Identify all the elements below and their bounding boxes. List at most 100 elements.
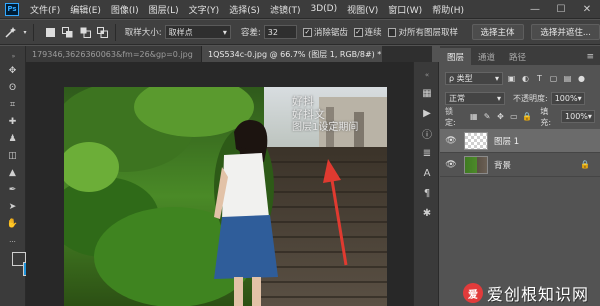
- filter-type-icon[interactable]: T: [534, 73, 545, 84]
- lock-icon: 🔒: [580, 160, 590, 169]
- chevron-down-icon: ▾: [494, 74, 499, 83]
- expand-icon[interactable]: «: [420, 68, 434, 82]
- canvas-area[interactable]: 好抖 好抖文 图层1设定期间: [26, 62, 432, 306]
- tab-channels[interactable]: 通道: [471, 48, 502, 65]
- options-bar: ▾ 取样大小: 取样点 ▾ 容差: 32 ✓ 消除锯齿 ✓ 连续 ✓ 对所有图层取…: [0, 20, 600, 45]
- layer-row[interactable]: 👁 背景 🔒: [440, 153, 600, 177]
- layer-filter-value: ρ 类型: [449, 74, 473, 83]
- fill-input[interactable]: 100% ▾: [561, 110, 596, 123]
- filter-smart-object-icon[interactable]: ▤: [562, 73, 573, 84]
- paragraph-panel-icon[interactable]: ¶: [420, 186, 434, 200]
- subtract-selection-icon[interactable]: [79, 25, 93, 39]
- filter-adjustment-icon[interactable]: ◐: [520, 73, 531, 84]
- maximize-button[interactable]: ☐: [548, 0, 574, 19]
- layer-filter-select[interactable]: ρ 类型 ▾: [445, 72, 503, 85]
- filter-pixel-icon[interactable]: ▣: [506, 73, 517, 84]
- antialias-checkbox[interactable]: ✓: [303, 27, 312, 37]
- filter-shape-icon[interactable]: ▢: [548, 73, 559, 84]
- properties-panel-icon[interactable]: ⓘ: [420, 126, 434, 141]
- panel-menu-icon[interactable]: ≡: [586, 48, 594, 65]
- blend-mode-select[interactable]: 正常 ▾: [445, 92, 505, 105]
- menu-image[interactable]: 图像(I): [106, 3, 144, 16]
- menu-layer[interactable]: 图层(L): [144, 3, 184, 16]
- lock-all-icon[interactable]: 🔒: [522, 111, 532, 122]
- chevron-down-icon: ▾: [496, 94, 501, 103]
- hand-tool-icon[interactable]: ✋: [6, 217, 19, 230]
- divider: [33, 23, 35, 41]
- character-panel-icon[interactable]: A: [420, 166, 434, 180]
- close-button[interactable]: ✕: [574, 0, 600, 19]
- collapse-icon[interactable]: »: [7, 50, 20, 63]
- adjustments-panel-icon[interactable]: ≣: [420, 146, 434, 160]
- layer-name: 背景: [494, 160, 512, 171]
- tolerance-input[interactable]: 32: [263, 25, 298, 39]
- menu-filter[interactable]: 滤镜(T): [265, 3, 306, 16]
- lock-label: 锁定:: [445, 106, 456, 127]
- sample-size-value: 取样点: [168, 27, 193, 37]
- document-image[interactable]: 好抖 好抖文 图层1设定期间: [64, 87, 387, 306]
- document-tabs: 179346,3626360063&fm=26&gp=0.jpg 1QS534c…: [26, 46, 432, 62]
- add-selection-icon[interactable]: [61, 25, 75, 39]
- history-panel-icon[interactable]: ▦: [420, 86, 434, 100]
- healing-brush-icon[interactable]: ✚: [6, 115, 19, 128]
- chevron-down-icon: ▾: [587, 112, 592, 121]
- tab-paths[interactable]: 路径: [502, 48, 533, 65]
- opacity-input[interactable]: 100% ▾: [550, 92, 585, 105]
- pen-tool-icon[interactable]: ✒: [6, 183, 19, 196]
- intersect-selection-icon[interactable]: [96, 25, 110, 39]
- red-arrow: [323, 159, 348, 266]
- chevron-down-icon: ▾: [577, 94, 582, 103]
- sample-size-select[interactable]: 取样点 ▾: [164, 25, 231, 39]
- contiguous-checkbox[interactable]: ✓: [353, 27, 363, 37]
- layers-panel: 图层 通道 路径 ≡ ρ 类型 ▾ ▣ ◐ T ▢ ▤ ● 正常 ▾ 不透明度: 1…: [440, 46, 600, 306]
- tab-label: 1QS534c-0.jpg @ 66.7% (图层 1, RGB/8#) *: [208, 49, 382, 59]
- minimize-button[interactable]: —: [522, 0, 548, 19]
- select-subject-button[interactable]: 选择主体: [471, 24, 524, 40]
- tab-layers[interactable]: 图层: [440, 48, 472, 65]
- menu-view[interactable]: 视图(V): [342, 3, 383, 16]
- tab-document-2[interactable]: 1QS534c-0.jpg @ 66.7% (图层 1, RGB/8#) *✕: [202, 46, 382, 62]
- crop-tool-icon[interactable]: ⌗: [6, 98, 19, 111]
- lock-row: 锁定: ▦ ✎ ✥ ▭ 🔒 填充: 100% ▾: [440, 106, 600, 127]
- layer-filter-row: ρ 类型 ▾ ▣ ◐ T ▢ ▤ ●: [440, 70, 600, 87]
- eye-icon[interactable]: 👁: [444, 160, 458, 170]
- chevron-down-icon[interactable]: ▾: [22, 25, 29, 39]
- lasso-tool-icon[interactable]: ʘ: [6, 81, 19, 94]
- more-tools-icon[interactable]: ···: [6, 235, 19, 248]
- layer-thumbnail: [464, 131, 488, 150]
- menu-edit[interactable]: 编辑(E): [65, 3, 106, 16]
- sample-all-layers-label: 对所有图层取样: [398, 28, 458, 38]
- lock-transparent-icon[interactable]: ▦: [469, 111, 479, 122]
- brush-settings-icon[interactable]: ✱: [420, 206, 434, 220]
- watermark-logo: 爱: [463, 283, 483, 303]
- sample-all-layers-checkbox[interactable]: ✓: [387, 27, 397, 37]
- opacity-label: 不透明度:: [513, 94, 548, 103]
- layer-name: 图层 1: [494, 136, 520, 147]
- eraser-tool-icon[interactable]: ◫: [6, 149, 19, 162]
- move-tool-icon[interactable]: ✥: [6, 64, 19, 77]
- menu-window[interactable]: 窗口(W): [383, 3, 427, 16]
- menu-3d[interactable]: 3D(D): [305, 4, 342, 14]
- panel-tabs: 图层 通道 路径 ≡: [440, 46, 600, 65]
- filter-toggle-icon[interactable]: ●: [576, 73, 587, 84]
- clone-stamp-icon[interactable]: ♟: [6, 132, 19, 145]
- lock-image-icon[interactable]: ✎: [482, 111, 492, 122]
- new-selection-icon[interactable]: [43, 25, 57, 39]
- layer-row[interactable]: 👁 图层 1: [440, 129, 600, 153]
- blend-mode-value: 正常: [449, 94, 465, 103]
- divider: [114, 23, 116, 41]
- lock-position-icon[interactable]: ✥: [495, 111, 505, 122]
- menu-type[interactable]: 文字(Y): [184, 3, 225, 16]
- menu-select[interactable]: 选择(S): [224, 3, 265, 16]
- lock-artboard-icon[interactable]: ▭: [509, 111, 519, 122]
- menu-file[interactable]: 文件(F): [25, 3, 65, 16]
- window-controls: — ☐ ✕: [522, 0, 600, 19]
- tab-document-1[interactable]: 179346,3626360063&fm=26&gp=0.jpg: [26, 46, 202, 62]
- select-and-mask-button[interactable]: 选择并遮住...: [531, 24, 600, 40]
- path-selection-icon[interactable]: ➤: [6, 200, 19, 213]
- menu-help[interactable]: 帮助(H): [427, 3, 469, 16]
- play-action-icon[interactable]: ▶: [420, 106, 434, 120]
- magic-wand-icon[interactable]: [4, 25, 18, 39]
- eye-icon[interactable]: 👁: [444, 136, 458, 146]
- blur-tool-icon[interactable]: ▲: [6, 166, 19, 179]
